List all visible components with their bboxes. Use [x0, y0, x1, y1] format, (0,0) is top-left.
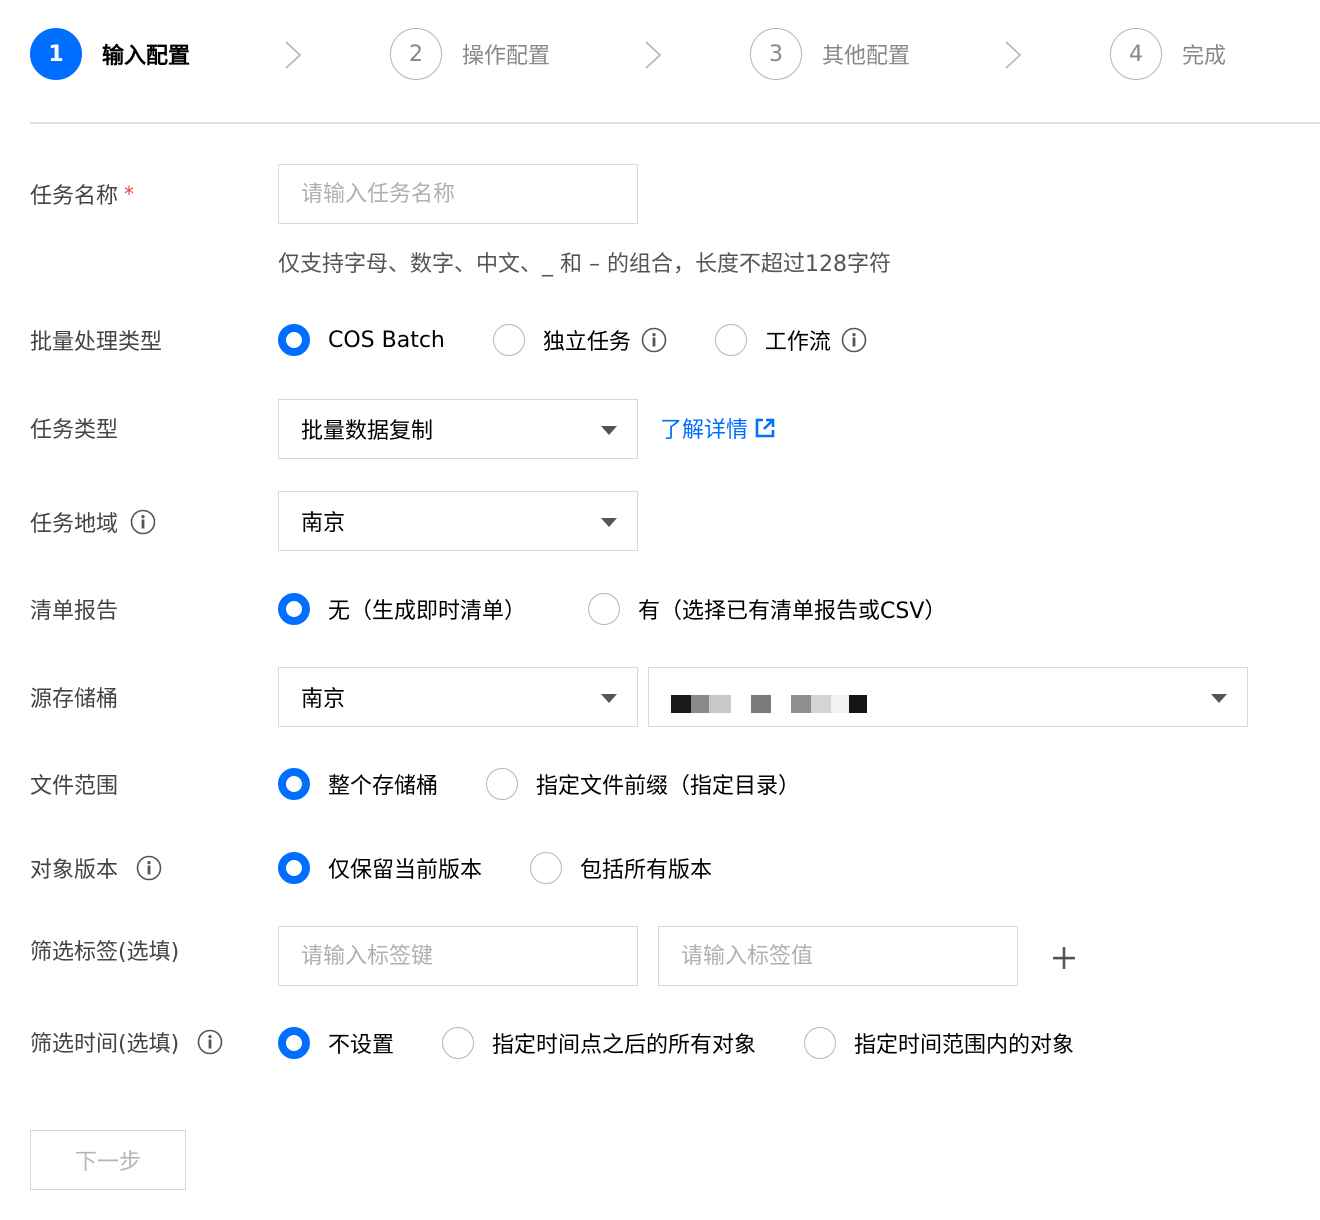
- object-version-label-text: 对象版本: [30, 858, 119, 883]
- info-icon[interactable]: [641, 327, 667, 353]
- task-region-value: 南京: [301, 511, 346, 536]
- task-region-label-text: 任务地域: [30, 512, 119, 537]
- radio-label: 工作流: [764, 330, 831, 355]
- learn-more-link[interactable]: 了解详情: [660, 412, 776, 444]
- task-type-select[interactable]: 批量数据复制: [278, 399, 638, 459]
- step-1-number: 1: [30, 28, 82, 80]
- chevron-right-icon: [285, 41, 302, 69]
- chevron-right-icon: [645, 41, 662, 69]
- radio-button[interactable]: [278, 768, 310, 800]
- radio-label: 指定时间点之后的所有对象: [492, 1033, 757, 1058]
- radio-cos-batch[interactable]: COS Batch: [278, 323, 445, 357]
- stepper: 1 输入配置 2 操作配置 3 其他配置 4 完成: [30, 28, 1320, 80]
- radio-button[interactable]: [804, 1027, 837, 1059]
- radio-button[interactable]: [442, 1027, 475, 1059]
- radio-label: 整个存储桶: [328, 774, 439, 799]
- radio-label: 指定文件前缀（指定目录）: [536, 774, 801, 799]
- required-mark: *: [124, 182, 135, 206]
- step-2-label: 操作配置: [462, 44, 551, 69]
- step-4: 4 完成: [1110, 28, 1226, 80]
- radio-time-range[interactable]: 指定时间范围内的对象: [804, 1026, 1074, 1060]
- radio-button[interactable]: [278, 324, 310, 356]
- radio-entire-bucket[interactable]: 整个存储桶: [278, 767, 438, 801]
- task-name-help: 仅支持字母、数字、中文、_ 和 – 的组合，长度不超过128字符: [278, 252, 891, 277]
- radio-label: 无（生成即时清单）: [328, 599, 527, 624]
- radio-label: 有（选择已有清单报告或CSV）: [638, 599, 947, 624]
- radio-label: 仅保留当前版本: [328, 858, 483, 883]
- radio-standalone-task[interactable]: 独立任务: [492, 323, 667, 357]
- learn-more-text: 了解详情: [660, 418, 749, 443]
- filter-time-radio-group: 不设置 指定时间点之后的所有对象 指定时间范围内的对象: [278, 1026, 1122, 1060]
- object-version-radio-group: 仅保留当前版本 包括所有版本: [278, 851, 760, 885]
- filter-tags-label: 筛选标签(选填): [30, 940, 180, 965]
- radio-button[interactable]: [278, 852, 310, 884]
- step-1: 1 输入配置: [30, 28, 190, 80]
- source-bucket-label: 源存储桶: [30, 687, 119, 712]
- radio-button[interactable]: [588, 593, 621, 625]
- radio-existing-manifest[interactable]: 有（选择已有清单报告或CSV）: [588, 592, 946, 626]
- info-icon[interactable]: [136, 855, 162, 881]
- chevron-right-icon: [1005, 41, 1022, 69]
- filter-time-label: 筛选时间(选填): [30, 1026, 223, 1058]
- object-version-label: 对象版本: [30, 852, 162, 884]
- batch-type-label: 批量处理类型: [30, 330, 163, 355]
- step-2: 2 操作配置: [390, 28, 550, 80]
- task-name-label-text: 任务名称: [30, 184, 119, 209]
- info-icon[interactable]: [197, 1029, 223, 1055]
- step-3: 3 其他配置: [750, 28, 910, 80]
- file-scope-label: 文件范围: [30, 774, 119, 799]
- source-bucket-region-value: 南京: [301, 687, 346, 712]
- task-type-label: 任务类型: [30, 418, 119, 443]
- info-icon[interactable]: [130, 509, 156, 535]
- radio-workflow[interactable]: 工作流: [714, 323, 867, 357]
- radio-no-manifest[interactable]: 无（生成即时清单）: [278, 592, 526, 626]
- radio-after-time[interactable]: 指定时间点之后的所有对象: [442, 1026, 756, 1060]
- external-link-icon: [755, 418, 775, 438]
- radio-label: 包括所有版本: [580, 858, 713, 883]
- radio-current-version[interactable]: 仅保留当前版本: [278, 851, 482, 885]
- next-step-button[interactable]: 下一步: [30, 1130, 186, 1190]
- source-bucket-region-select[interactable]: 南京: [278, 667, 638, 727]
- step-3-number: 3: [750, 28, 802, 80]
- radio-button[interactable]: [278, 593, 310, 625]
- radio-button[interactable]: [486, 768, 519, 800]
- task-region-label: 任务地域: [30, 506, 156, 538]
- radio-label: 独立任务: [542, 330, 631, 355]
- radio-button[interactable]: [714, 324, 747, 356]
- task-name-input[interactable]: [278, 164, 638, 224]
- caret-down-icon: [1211, 694, 1227, 703]
- radio-prefix[interactable]: 指定文件前缀（指定目录）: [486, 767, 800, 801]
- filter-time-label-text: 筛选时间(选填): [30, 1032, 180, 1057]
- radio-label: COS Batch: [328, 327, 445, 353]
- caret-down-icon: [601, 426, 617, 435]
- radio-button[interactable]: [530, 852, 563, 884]
- caret-down-icon: [601, 518, 617, 527]
- step-3-label: 其他配置: [822, 44, 911, 69]
- step-2-number: 2: [390, 28, 442, 80]
- manifest-report-label: 清单报告: [30, 599, 119, 624]
- stepper-divider: [30, 122, 1320, 124]
- masked-bucket-name: [671, 694, 867, 714]
- radio-all-versions[interactable]: 包括所有版本: [530, 851, 712, 885]
- task-name-label: 任务名称 *: [30, 178, 134, 210]
- task-region-select[interactable]: 南京: [278, 491, 638, 551]
- info-icon[interactable]: [841, 327, 867, 353]
- batch-type-radio-group: COS Batch 独立任务 工作流: [278, 323, 915, 357]
- step-1-label: 输入配置: [102, 44, 191, 69]
- tag-key-input[interactable]: [278, 926, 638, 986]
- caret-down-icon: [601, 694, 617, 703]
- radio-label: 指定时间范围内的对象: [854, 1033, 1075, 1058]
- radio-no-time-filter[interactable]: 不设置: [278, 1026, 394, 1060]
- file-scope-radio-group: 整个存储桶 指定文件前缀（指定目录）: [278, 767, 848, 801]
- radio-button[interactable]: [492, 324, 525, 356]
- step-4-number: 4: [1110, 28, 1162, 80]
- manifest-report-radio-group: 无（生成即时清单） 有（选择已有清单报告或CSV）: [278, 592, 994, 626]
- source-bucket-select[interactable]: [648, 667, 1248, 727]
- task-type-value: 批量数据复制: [301, 419, 434, 444]
- tag-value-input[interactable]: [658, 926, 1018, 986]
- add-tag-plus-icon[interactable]: [1052, 946, 1076, 970]
- radio-label: 不设置: [328, 1033, 395, 1058]
- radio-button[interactable]: [278, 1027, 310, 1059]
- step-4-label: 完成: [1182, 44, 1227, 69]
